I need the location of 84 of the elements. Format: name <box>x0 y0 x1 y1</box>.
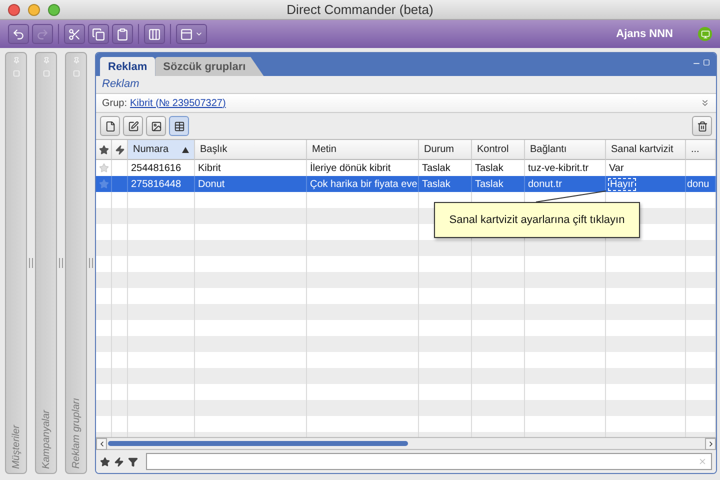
section-title: Reklam <box>102 78 140 90</box>
view-dropdown-button[interactable] <box>176 24 207 44</box>
panel-label: Reklam grupları <box>70 398 82 469</box>
tooltip: Sanal kartvizit ayarlarına çift tıklayın <box>434 202 640 238</box>
column-header[interactable]: Bağlantı <box>525 140 606 160</box>
zoom-button[interactable] <box>48 4 60 16</box>
table-cell: donut.tr <box>528 178 562 190</box>
filter-icon[interactable] <box>128 456 138 466</box>
column-header[interactable]: Durum <box>419 140 472 160</box>
lightning-icon <box>114 144 124 154</box>
table-cell: Donut <box>198 178 225 190</box>
redo-icon <box>36 28 49 40</box>
new-button[interactable] <box>100 116 120 136</box>
document-icon <box>104 120 116 132</box>
table-view-button[interactable] <box>169 116 189 136</box>
panel-icon <box>180 28 193 40</box>
scissors-icon <box>68 28 81 40</box>
paste-button[interactable] <box>112 24 133 44</box>
star-icon <box>98 144 108 154</box>
undo-button[interactable] <box>8 24 29 44</box>
account-name: Ajans NNN <box>616 28 673 40</box>
scroll-right-button[interactable] <box>705 438 716 450</box>
tab[interactable]: Sözcük grupları <box>155 57 264 76</box>
table-cell: tuz-ve-kibrit.tr <box>528 162 589 174</box>
table-cell: Taslak <box>422 178 450 190</box>
star-icon <box>98 179 108 189</box>
column-header[interactable]: Metin <box>307 140 419 160</box>
star-icon[interactable] <box>100 456 110 466</box>
star-icon <box>98 163 108 173</box>
edit-button[interactable] <box>123 116 143 136</box>
restore-icon <box>703 59 710 66</box>
table-cell: İleriye dönük kibrit <box>310 162 391 174</box>
table-icon <box>174 120 184 132</box>
panel-label: Müşteriler <box>10 425 22 469</box>
restore-icon <box>42 70 50 77</box>
panel-label: Kampanyalar <box>40 410 52 469</box>
lightning-icon[interactable] <box>114 456 124 466</box>
table-cell: 254481616 <box>131 162 182 174</box>
table-cell: Kibrit <box>198 162 221 174</box>
preview-button[interactable] <box>146 116 166 136</box>
table-cell: 275816448 <box>131 178 182 190</box>
trash-icon <box>696 120 708 132</box>
clipboard-icon <box>116 28 129 40</box>
column-header[interactable]: Numara <box>128 140 195 160</box>
restore-icon <box>72 70 80 77</box>
caret-icon <box>195 30 203 38</box>
table-cell: Taslak <box>475 178 504 190</box>
pin-icon <box>12 57 20 64</box>
pin-icon <box>42 57 50 64</box>
cut-button[interactable] <box>64 24 85 44</box>
column-header[interactable]: Kontrol <box>472 140 525 160</box>
expand-icon[interactable] <box>700 98 710 108</box>
scroll-left-button[interactable] <box>96 438 107 450</box>
table-row[interactable]: 275816448 Donut Çok harika bir fiyata eve Taslak Taslak donut.tr Hayır donu <box>96 176 716 192</box>
leader-line <box>536 191 608 203</box>
copy-button[interactable] <box>88 24 109 44</box>
table-cell: donu <box>687 178 710 190</box>
columns-button[interactable] <box>144 24 165 44</box>
table-cell: Var <box>609 162 624 174</box>
column-header[interactable]: ... <box>686 140 716 160</box>
network-status-icon[interactable] <box>698 27 712 41</box>
table-cell: Taslak <box>475 162 504 174</box>
picture-frame-icon <box>150 120 162 132</box>
pin-icon <box>72 57 80 64</box>
pencil-icon <box>128 120 138 132</box>
table-cell: Hayır <box>609 178 635 190</box>
clear-icon <box>698 457 707 466</box>
tab[interactable]: Reklam <box>100 57 156 76</box>
sort-ascending-icon <box>182 146 189 152</box>
table-cell: Taslak <box>422 162 450 174</box>
column-header[interactable]: Sanal kartvizit <box>606 140 686 160</box>
search-field[interactable] <box>146 453 712 470</box>
window-title: Direct Commander (beta) <box>286 2 434 17</box>
group-label: Grup: <box>102 98 128 108</box>
restore-icon <box>12 70 20 77</box>
scrollbar-thumb[interactable] <box>108 441 408 446</box>
close-button[interactable] <box>8 4 20 16</box>
column-header[interactable]: Başlık <box>195 140 307 160</box>
undo-icon <box>12 28 25 40</box>
delete-button[interactable] <box>692 116 712 136</box>
copy-icon <box>92 28 105 40</box>
group-link[interactable]: Kibrit (№ 239507327) <box>130 98 226 108</box>
columns-icon <box>148 28 161 40</box>
table-cell: Çok harika bir fiyata eve <box>310 178 418 190</box>
